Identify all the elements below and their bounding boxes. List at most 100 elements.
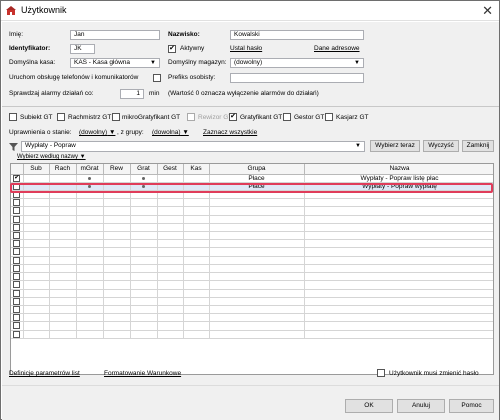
table-row-empty[interactable] — [11, 206, 493, 216]
row-checkbox[interactable] — [13, 322, 21, 330]
row-check-cell[interactable] — [11, 182, 24, 191]
grid-header-kas[interactable]: Kas — [183, 164, 210, 175]
grid-header-nazwa[interactable]: Nazwa — [304, 164, 493, 175]
zamknij-button[interactable]: Zamknij — [462, 140, 494, 152]
role-checkbox-subiekt[interactable] — [9, 113, 17, 121]
wybierz-wedlug-dropdown[interactable]: Wybierz według nazwy ▼ — [17, 154, 86, 160]
empty-cell[interactable] — [11, 330, 24, 339]
role-checkbox-gratyfikant[interactable]: ✔ — [229, 113, 237, 121]
table-row-empty[interactable] — [11, 247, 493, 257]
magazyn-dropdown[interactable]: (dowolny) ▼ — [230, 58, 364, 68]
empty-cell[interactable] — [11, 289, 24, 298]
empty-cell[interactable] — [11, 247, 24, 257]
empty-cell[interactable] — [11, 313, 24, 323]
role-checkbox-rewizor[interactable] — [187, 113, 195, 121]
table-row-empty[interactable] — [11, 264, 493, 274]
row-checkbox[interactable] — [13, 289, 21, 297]
grid-header-rach[interactable]: Rach — [49, 164, 77, 175]
table-row-empty[interactable] — [11, 330, 493, 339]
grid-header-gest[interactable]: Gest — [157, 164, 184, 175]
empty-cell[interactable] — [11, 223, 24, 233]
grid-header-grupa[interactable]: Grupa — [209, 164, 305, 175]
empty-cell[interactable] — [11, 256, 24, 265]
grid-header-rew[interactable]: Rew — [103, 164, 131, 175]
grid-header-grat[interactable]: Grat — [130, 164, 158, 175]
table-row-empty[interactable] — [11, 256, 493, 265]
definicje-parametrow-link[interactable]: Definicje parametrów list — [9, 370, 80, 377]
imie-field[interactable]: Jan — [70, 30, 160, 40]
row-checkbox[interactable] — [13, 297, 21, 305]
row-checkbox[interactable] — [13, 199, 21, 206]
empty-cell[interactable] — [11, 239, 24, 249]
empty-cell[interactable] — [11, 206, 24, 216]
close-icon[interactable]: ✕ — [482, 3, 493, 19]
row-checkbox[interactable] — [13, 314, 21, 321]
zaznacz-wszystkie-link[interactable]: Zaznacz wszystkie — [203, 129, 257, 136]
table-row-empty[interactable] — [11, 321, 493, 331]
wybierz-teraz-button[interactable]: Wybierz teraz — [370, 140, 420, 152]
row-checkbox[interactable] — [13, 273, 21, 280]
grid-header-check[interactable] — [11, 164, 24, 175]
grid-header-mgrat[interactable]: mGrat — [76, 164, 104, 175]
prefiks-field[interactable] — [230, 73, 364, 83]
empty-cell[interactable] — [11, 215, 24, 224]
role-checkbox-gestor[interactable] — [283, 113, 291, 121]
row-checkbox[interactable] — [13, 182, 21, 190]
role-checkbox-rachmistrz[interactable] — [57, 113, 65, 121]
empty-cell[interactable] — [11, 231, 24, 241]
nazwisko-field[interactable]: Kowalski — [230, 30, 364, 40]
table-row-empty[interactable] — [11, 198, 493, 208]
row-checkbox[interactable] — [13, 223, 21, 231]
row-checkbox[interactable]: ✔ — [13, 174, 21, 182]
empty-cell[interactable] — [11, 264, 24, 274]
row-checkbox[interactable] — [13, 190, 21, 198]
grid-header-sub[interactable]: Sub — [23, 164, 50, 175]
row-checkbox[interactable] — [13, 207, 21, 215]
wyczysc-button[interactable]: Wyczyść — [423, 140, 459, 152]
telefony-checkbox[interactable] — [153, 74, 161, 82]
row-checkbox[interactable] — [13, 215, 21, 223]
perm-stan-dropdown[interactable]: (dowolny) ▼ — [79, 129, 115, 136]
table-row-empty[interactable] — [11, 190, 493, 200]
table-row[interactable]: ✔ Płace Wypłaty - Popraw listę płac — [11, 174, 493, 183]
empty-cell[interactable] — [11, 272, 24, 282]
role-checkbox-kasjarz[interactable] — [325, 113, 333, 121]
row-checkbox[interactable] — [13, 256, 21, 264]
row-checkbox[interactable] — [13, 240, 21, 247]
formatowanie-warunkowe-link[interactable]: Formatowanie Warunkowe — [104, 370, 181, 377]
empty-cell[interactable] — [11, 190, 24, 200]
table-row-empty[interactable] — [11, 215, 493, 224]
table-row-empty[interactable] — [11, 289, 493, 298]
table-row-empty[interactable] — [11, 239, 493, 249]
ok-button[interactable]: OK — [345, 399, 393, 413]
row-checkbox[interactable] — [13, 264, 21, 272]
identyfikator-field[interactable]: JK — [70, 44, 95, 54]
aktywny-checkbox[interactable]: ✔ — [168, 45, 176, 53]
table-row-empty[interactable] — [11, 280, 493, 290]
empty-cell[interactable] — [11, 321, 24, 331]
dane-adresowe-link[interactable]: Dane adresowe — [314, 45, 360, 52]
empty-cell[interactable] — [11, 297, 24, 307]
table-row-empty[interactable] — [11, 313, 493, 323]
row-checkbox[interactable] — [13, 232, 21, 239]
ustal-haslo-link[interactable]: Ustal hasło — [230, 45, 262, 52]
anuluj-button[interactable]: Anuluj — [397, 399, 445, 413]
row-checkbox[interactable] — [13, 330, 21, 338]
row-check-cell[interactable]: ✔ — [11, 174, 24, 183]
permissions-grid[interactable]: Sub Rach mGrat Rew Grat Gest Kas Grupa N… — [10, 163, 494, 375]
alarm-interval-field[interactable]: 1 — [120, 89, 144, 99]
zmienic-haslo-checkbox[interactable] — [377, 369, 385, 377]
table-row-empty[interactable] — [11, 231, 493, 241]
table-row-empty[interactable] — [11, 305, 493, 315]
empty-cell[interactable] — [11, 280, 24, 290]
table-row-empty[interactable] — [11, 272, 493, 282]
table-row-empty[interactable] — [11, 223, 493, 233]
empty-cell[interactable] — [11, 198, 24, 208]
pomoc-button[interactable]: Pomoc — [449, 399, 494, 413]
empty-cell[interactable] — [11, 305, 24, 315]
kasa-dropdown[interactable]: KAS - Kasa główna ▼ — [70, 58, 160, 68]
role-checkbox-mikrogratyfikant[interactable] — [112, 113, 120, 121]
table-row-selected[interactable]: Płace Wypłaty - Popraw wypłatę — [11, 182, 493, 191]
perm-grupa-dropdown[interactable]: (dowolna) ▼ — [152, 129, 189, 136]
row-checkbox[interactable] — [13, 281, 21, 289]
